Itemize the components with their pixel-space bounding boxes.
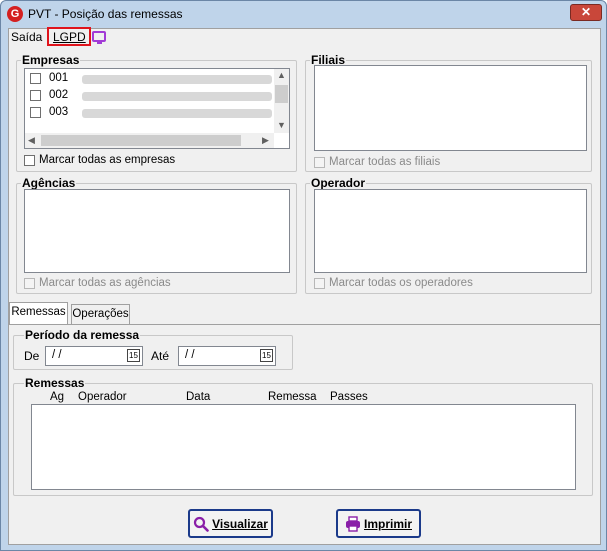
scroll-thumb[interactable]: [41, 135, 241, 146]
select-all-empresas-label: Marcar todas as empresas: [39, 154, 176, 166]
menu-lgpd[interactable]: LGPD: [53, 30, 86, 44]
client-area: Saída LGPD Empresas 001 002 003 ▲ ▼ ◀ ▶ …: [8, 27, 601, 545]
empresas-legend: Empresas: [22, 53, 80, 67]
select-all-agencias: Marcar todas as agências: [24, 277, 171, 289]
select-all-filiais-checkbox: [314, 156, 325, 168]
close-button[interactable]: ✕: [570, 4, 602, 21]
window-title: PVT - Posição das remessas: [28, 7, 183, 21]
date-from-field[interactable]: / / 15: [45, 346, 143, 366]
scroll-left-icon[interactable]: ◀: [28, 135, 35, 146]
visualizar-label: Visualizar: [212, 516, 268, 531]
search-icon: [193, 516, 209, 532]
empresa-code: 002: [49, 89, 69, 101]
agencias-legend: Agências: [22, 176, 76, 190]
empresa-code: 003: [49, 106, 69, 118]
select-all-filiais-label: Marcar todas as filiais: [329, 156, 441, 168]
calendar-icon[interactable]: 15: [127, 349, 140, 362]
scroll-down-icon[interactable]: ▼: [277, 120, 286, 130]
menu-saida[interactable]: Saída: [11, 30, 42, 44]
select-all-agencias-checkbox: [24, 277, 35, 289]
menu-bar: Saída LGPD: [9, 27, 600, 47]
date-to-field[interactable]: / / 15: [178, 346, 276, 366]
select-all-filiais: Marcar todas as filiais: [314, 156, 440, 168]
select-all-operadores-label: Marcar todas os operadores: [329, 277, 473, 289]
scroll-up-icon[interactable]: ▲: [277, 70, 286, 80]
select-all-operadores: Marcar todas os operadores: [314, 277, 473, 289]
application-window: G PVT - Posição das remessas ✕ Saída LGP…: [0, 0, 607, 551]
tab-operacoes[interactable]: Operações: [71, 304, 130, 324]
scroll-thumb[interactable]: [275, 85, 288, 103]
select-all-operadores-checkbox: [314, 277, 325, 289]
select-all-empresas-checkbox[interactable]: [24, 154, 35, 166]
operador-listbox[interactable]: [314, 189, 587, 273]
filiais-listbox[interactable]: [314, 65, 587, 151]
empresa-checkbox[interactable]: [30, 107, 41, 118]
imprimir-label: Imprimir: [363, 516, 412, 531]
redacted-name: [82, 109, 272, 118]
date-to-value: / /: [185, 349, 195, 361]
empresa-checkbox[interactable]: [30, 73, 41, 84]
ate-label: Até: [151, 349, 170, 363]
de-label: De: [24, 349, 40, 363]
select-all-agencias-label: Marcar todas as agências: [39, 277, 171, 289]
app-logo-icon: G: [7, 6, 23, 22]
empresas-vscrollbar[interactable]: ▲ ▼: [274, 69, 289, 133]
column-header-ag[interactable]: Ag: [50, 391, 64, 403]
visualizar-button[interactable]: Visualizar: [188, 509, 273, 538]
title-bar: G PVT - Posição das remessas ✕: [1, 1, 606, 27]
empresas-hscrollbar[interactable]: ◀ ▶: [25, 133, 274, 148]
redacted-name: [82, 75, 272, 84]
empresas-listbox[interactable]: 001 002 003 004 ▲ ▼: [24, 68, 290, 149]
remessas-list[interactable]: [31, 404, 576, 490]
column-header-remessa[interactable]: Remessa: [268, 391, 317, 403]
remessas-legend: Remessas: [25, 376, 85, 390]
redacted-name: [82, 92, 272, 101]
agencias-listbox[interactable]: [24, 189, 290, 273]
column-header-operador[interactable]: Operador: [78, 391, 127, 403]
scroll-right-icon[interactable]: ▶: [262, 135, 269, 146]
calendar-icon[interactable]: 15: [260, 349, 273, 362]
tab-remessas[interactable]: Remessas: [9, 302, 68, 324]
select-all-empresas[interactable]: Marcar todas as empresas: [24, 154, 175, 166]
periodo-legend: Período da remessa: [25, 328, 140, 342]
monitor-icon[interactable]: [92, 31, 106, 44]
empresa-code: 001: [49, 72, 69, 84]
column-header-data[interactable]: Data: [186, 391, 210, 403]
empresa-checkbox[interactable]: [30, 90, 41, 101]
printer-icon: [345, 515, 360, 532]
operador-legend: Operador: [311, 176, 366, 190]
date-from-value: / /: [52, 349, 62, 361]
column-header-passes[interactable]: Passes: [330, 391, 368, 403]
imprimir-button[interactable]: Imprimir: [336, 509, 421, 538]
